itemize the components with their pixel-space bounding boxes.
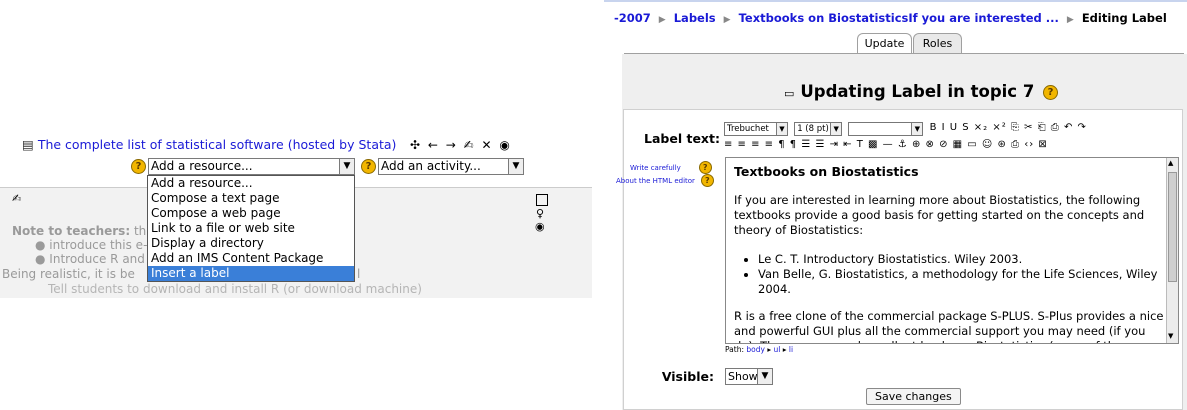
breadcrumb-labels[interactable]: Labels [674, 11, 716, 25]
visible-select[interactable]: Show ▼ [725, 368, 773, 385]
path-item[interactable]: body [746, 345, 765, 354]
editor-buttons[interactable]: ≡ ≡ ≡ ≡ ¶ ¶ ☰ ☰ ⇥ ⇤ T ▩ — ⚓ ⊕ ⊗ ⊘ ▦ ▭ ☺ … [724, 139, 1048, 150]
path-item[interactable]: ul [774, 345, 781, 354]
list-item: ● introduce this e- [35, 238, 148, 252]
lightbulb-icon[interactable]: ♀ [536, 207, 544, 220]
editor-paragraph: R is a free clone of the commercial pack… [734, 309, 1164, 343]
editor-heading: Textbooks on Biostatistics [734, 164, 919, 179]
help-icon[interactable]: ? [361, 159, 376, 174]
help-icon[interactable]: ? [131, 159, 146, 174]
save-changes-button[interactable]: Save changes [866, 388, 961, 405]
edit-icon[interactable]: ✍ [12, 192, 21, 205]
chevron-down-icon[interactable]: ▼ [757, 369, 772, 384]
editor-content[interactable]: Textbooks on Biostatistics If you are in… [734, 164, 1166, 343]
visible-select-value: Show [728, 370, 758, 383]
chevron-down-icon[interactable]: ▼ [830, 123, 842, 135]
breadcrumb-separator-icon: ▶ [723, 15, 731, 25]
note-text: th [133, 224, 147, 238]
breadcrumb-prefix[interactable]: -2007 [614, 11, 651, 25]
editor-toolbar-row-2: ≡ ≡ ≡ ≡ ¶ ¶ ☰ ☰ ⇥ ⇤ T ▩ — ⚓ ⊕ ⊗ ⊘ ▦ ▭ ☺ … [724, 139, 1048, 157]
html-editor-help[interactable]: About the HTML editor ? [616, 172, 714, 187]
editor-path-bar: Path: body ▸ ul ▸ li [725, 345, 794, 354]
editor-paragraph: If you are interested in learning more a… [734, 193, 1145, 237]
tell-students-text: Tell students to download and install R … [48, 282, 422, 296]
realistic-text-tail: l [357, 267, 361, 281]
note-label: Note to teachers: [12, 224, 131, 238]
formatting-buttons[interactable]: B I U S ×₂ ×² ⎘ ✂ ⎗ ⎙ ↶ ↷ [930, 122, 1087, 133]
size-select-value: 1 (8 pt) [797, 124, 829, 134]
list-item: ● Introduce R and [35, 252, 145, 266]
course-page-panel: ▤ The complete list of statistical softwa… [0, 0, 595, 410]
list-item-text: Introduce R and [49, 252, 145, 266]
chevron-down-icon[interactable]: ▼ [508, 159, 523, 174]
dropdown-option[interactable]: Link to a file or web site [148, 221, 354, 236]
breadcrumb-current: Editing Label [1081, 11, 1167, 25]
add-activity-select-value: Add an activity... [381, 159, 481, 173]
top-bar [604, 0, 1187, 10]
page-title: ▭ Updating Label in topic 7 ? [784, 82, 1059, 101]
breadcrumb-label-item[interactable]: Textbooks on BiostatisticsIf you are int… [739, 11, 1059, 25]
style-select[interactable]: ▼ [848, 122, 924, 136]
editor-scrollbar[interactable]: ▲ ▼ [1166, 158, 1178, 343]
add-resource-select[interactable]: Add a resource... ▼ [148, 158, 355, 175]
path-item[interactable]: li [789, 345, 793, 354]
dropdown-option[interactable]: Compose a text page [148, 191, 354, 206]
label-icon: ▭ [784, 87, 795, 100]
tab-roles[interactable]: Roles [913, 33, 962, 53]
path-label: Path: [725, 345, 745, 354]
dropdown-option[interactable]: Add an IMS Content Package [148, 251, 354, 266]
dropdown-option[interactable]: Compose a web page [148, 206, 354, 221]
list-item: Van Belle, G. Biostatistics, a methodolo… [758, 267, 1166, 297]
note-to-teachers: Note to teachers: th [12, 224, 146, 238]
save-row: Save changes [866, 388, 961, 405]
page-icon: ▤ [22, 137, 34, 152]
editor-toolbar-row-1: Trebuchet ▼ 1 (8 pt) ▼ ▼ B I U S ×₂ ×² ⎘ ✂… [724, 122, 1087, 140]
list-item: Le C. T. Introductory Biostatistics. Wil… [758, 252, 1166, 267]
page-title-text: Updating Label in topic 7 [800, 82, 1035, 101]
scroll-down-icon[interactable]: ▼ [1168, 332, 1173, 340]
chevron-down-icon[interactable]: ▼ [339, 159, 354, 174]
breadcrumb-separator-icon: ▶ [1066, 15, 1074, 25]
book-list: Le C. T. Introductory Biostatistics. Wil… [734, 252, 1166, 297]
chevron-down-icon[interactable]: ▼ [776, 123, 787, 135]
highlight-icon[interactable] [536, 194, 548, 206]
edit-label-panel: -2007 ▶ Labels ▶ Textbooks on Biostatist… [604, 0, 1187, 410]
about-editor-link[interactable]: About the HTML editor [616, 177, 695, 185]
size-select[interactable]: 1 (8 pt) ▼ [794, 122, 843, 136]
help-icon[interactable]: ? [700, 174, 714, 187]
scroll-thumb[interactable] [1168, 172, 1177, 282]
eye-icon[interactable]: ◉ [535, 220, 545, 233]
write-carefully-link[interactable]: Write carefully [630, 164, 681, 172]
breadcrumb: -2007 ▶ Labels ▶ Textbooks on Biostatist… [614, 11, 1167, 25]
breadcrumb-separator-icon: ▶ [658, 15, 666, 25]
label-text-editor[interactable]: Textbooks on Biostatistics If you are in… [725, 157, 1179, 344]
realistic-text: Being realistic, it is be [2, 267, 135, 281]
scroll-up-icon[interactable]: ▲ [1168, 159, 1173, 167]
font-select[interactable]: Trebuchet ▼ [724, 122, 788, 136]
tab-update[interactable]: Update [857, 33, 912, 54]
font-select-value: Trebuchet [727, 124, 769, 134]
resource-edit-tools[interactable]: ✣ ← → ✍ ✕ ◉ [410, 138, 512, 152]
label-text-label: Label text: [644, 131, 720, 146]
dropdown-option-selected[interactable]: Insert a label [148, 266, 354, 281]
dropdown-option[interactable]: Add a resource... [148, 176, 354, 191]
add-activity-select[interactable]: Add an activity... ▼ [378, 158, 524, 175]
add-resource-dropdown[interactable]: Add a resource... Compose a text page Co… [147, 175, 355, 282]
chevron-down-icon[interactable]: ▼ [911, 123, 923, 135]
dropdown-option[interactable]: Display a directory [148, 236, 354, 251]
list-item-text: introduce this e- [49, 238, 148, 252]
help-icon[interactable]: ? [1043, 85, 1059, 100]
add-resource-select-value: Add a resource... [151, 159, 253, 173]
visible-label: Visible: [661, 369, 714, 384]
resource-link-text[interactable]: The complete list of statistical softwar… [38, 137, 397, 152]
resource-link[interactable]: ▤ The complete list of statistical softwa… [22, 137, 396, 152]
